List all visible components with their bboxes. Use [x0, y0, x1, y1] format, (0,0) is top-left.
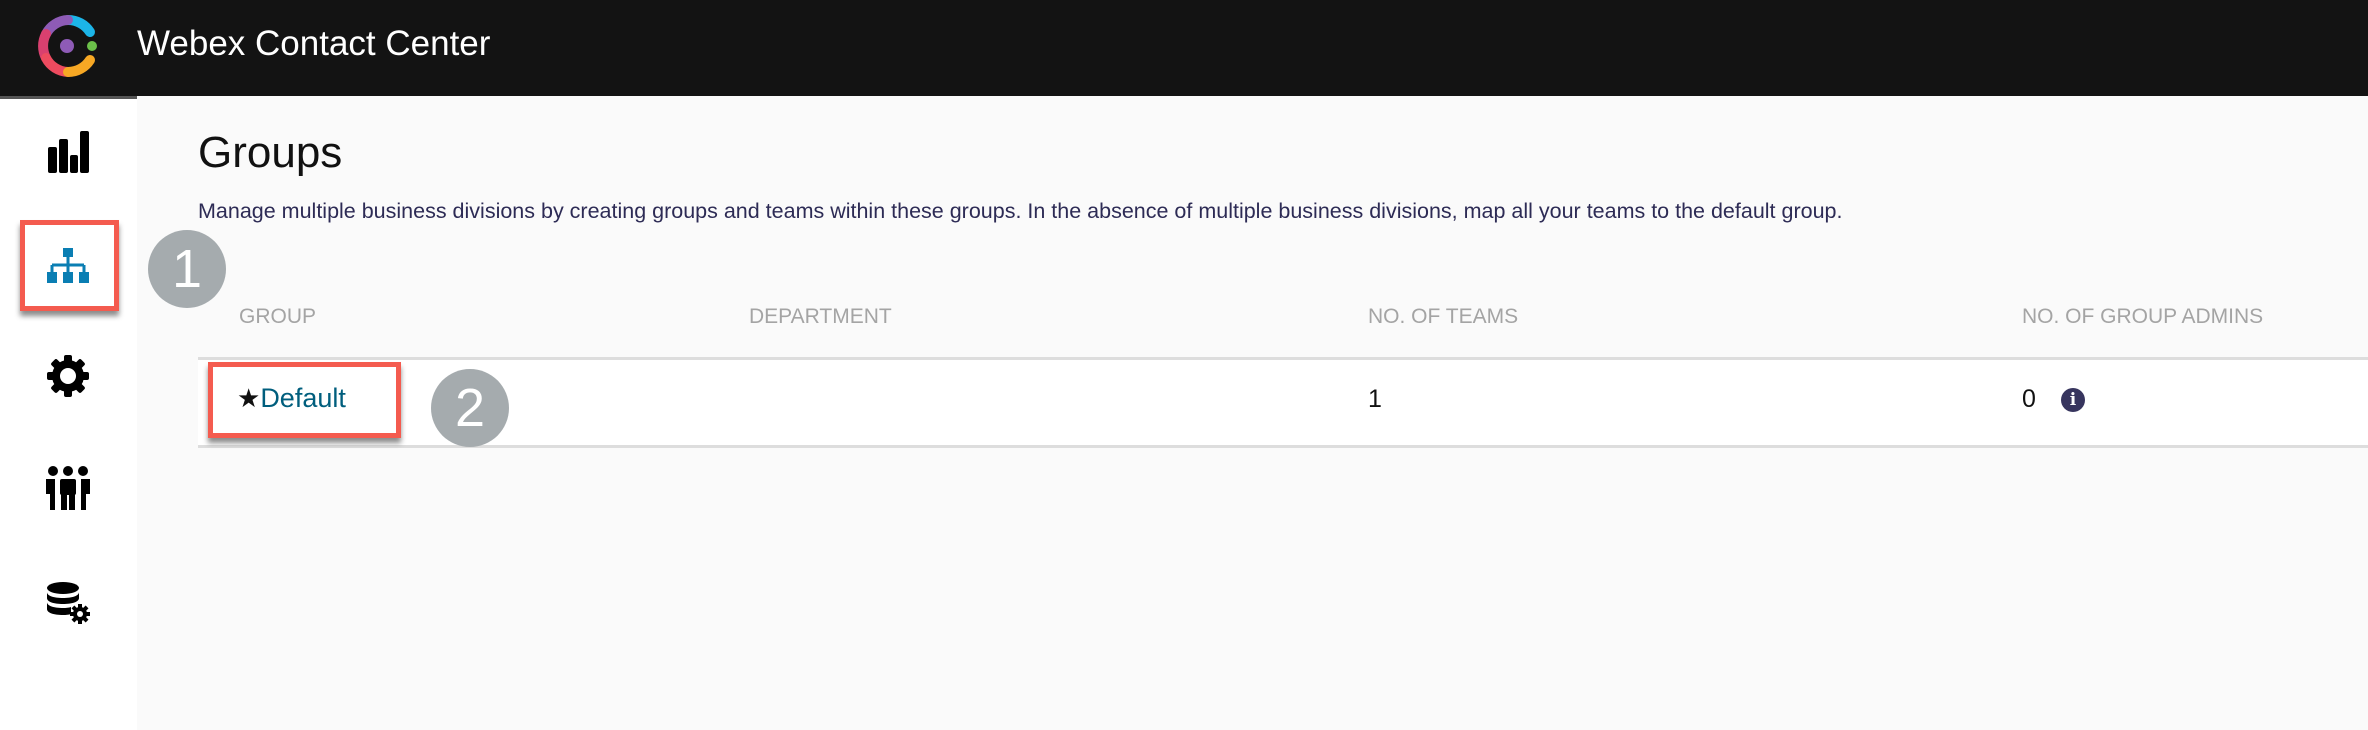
org-hierarchy-icon	[47, 248, 89, 283]
table-row[interactable]	[198, 357, 2368, 448]
info-icon[interactable]: i	[2061, 388, 2085, 412]
column-header-department[interactable]: DEPARTMENT	[749, 305, 892, 329]
database-gear-icon	[47, 582, 90, 624]
sidebar	[0, 96, 137, 730]
app-title: Webex Contact Center	[137, 24, 491, 63]
sidebar-item-analytics[interactable]	[34, 124, 102, 180]
top-header: Webex Contact Center	[0, 0, 2368, 96]
column-header-group[interactable]: GROUP	[239, 305, 316, 329]
people-icon	[46, 466, 90, 510]
page-title: Groups	[198, 128, 343, 177]
gear-icon	[47, 355, 89, 397]
webex-logo	[38, 14, 97, 78]
sidebar-item-settings[interactable]	[34, 348, 102, 404]
sidebar-item-teams[interactable]	[34, 460, 102, 516]
admins-count: 0	[2022, 385, 2036, 413]
bar-chart-icon	[48, 131, 89, 173]
sidebar-item-data-sources[interactable]	[34, 575, 102, 631]
step-badge-1: 1	[148, 230, 226, 308]
group-link-default[interactable]: ★Default	[237, 383, 346, 414]
group-name[interactable]: Default	[260, 383, 346, 413]
column-header-teams[interactable]: NO. OF TEAMS	[1368, 305, 1518, 329]
sidebar-item-groups[interactable]	[34, 238, 102, 294]
star-icon: ★	[237, 383, 261, 413]
step-badge-2: 2	[431, 369, 509, 447]
teams-count: 1	[1368, 385, 1382, 413]
column-header-group-admins[interactable]: NO. OF GROUP ADMINS	[2022, 305, 2263, 329]
page-description: Manage multiple business divisions by cr…	[198, 199, 1843, 223]
